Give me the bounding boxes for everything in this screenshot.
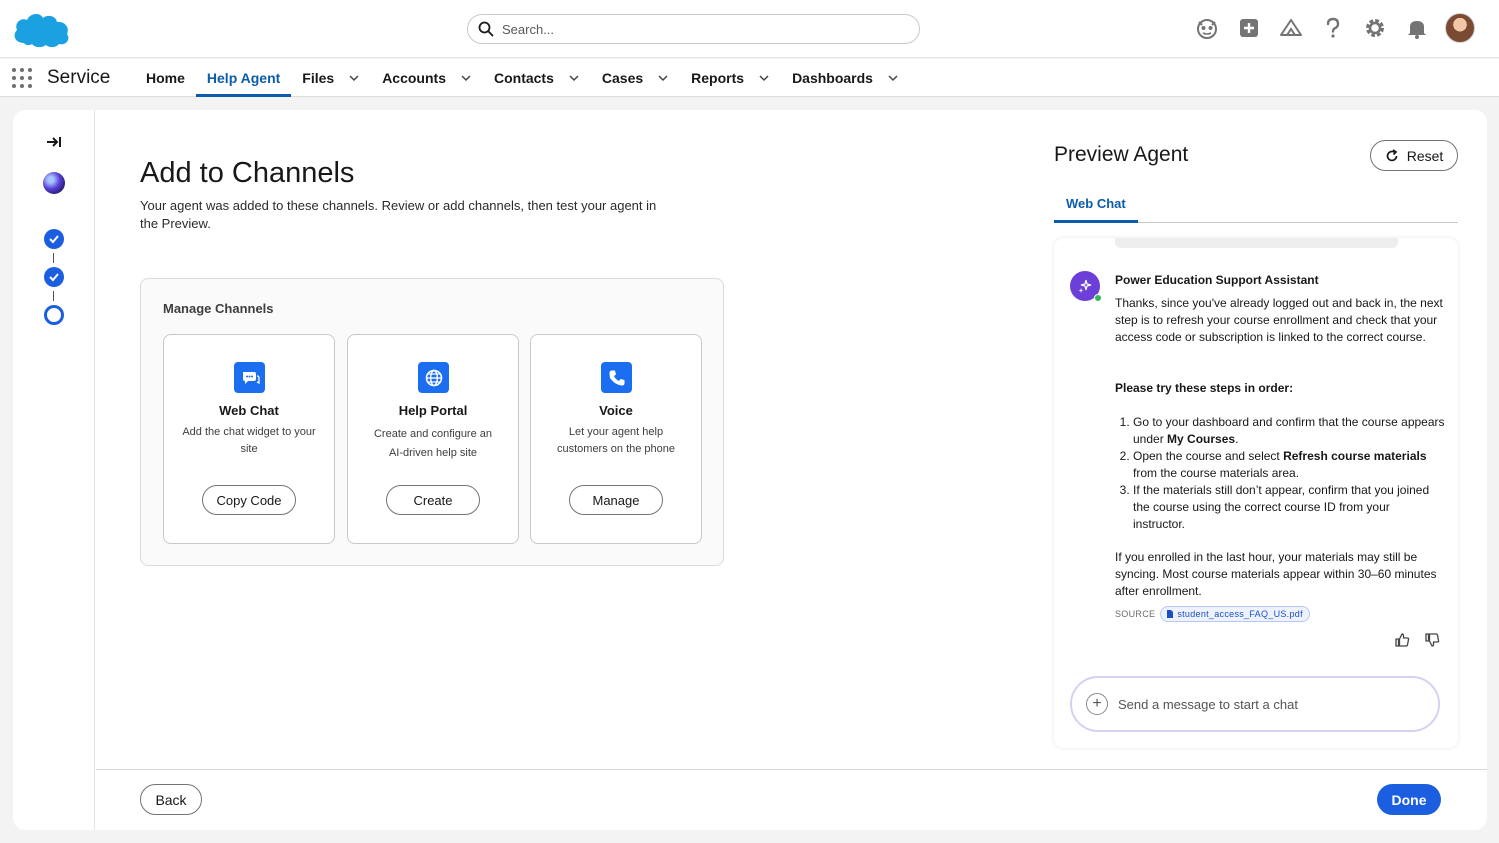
nav-item-label: Help Agent [206,70,281,86]
create-button[interactable]: Create [386,485,480,515]
channel-name: Web Chat [219,403,279,418]
reset-label: Reset [1406,147,1444,164]
list-item: Open the course and select Refresh cours… [1133,448,1445,482]
channel-card-voice: Voice Let your agent help customers on t… [530,334,702,544]
einstein-icon[interactable] [1193,12,1221,44]
user-avatar[interactable] [1445,13,1475,43]
bot-message-intro: Thanks, since you've already logged out … [1115,296,1443,344]
nav-item-reports[interactable]: Reports [680,59,781,97]
list-item: Go to your dashboard and confirm that th… [1133,414,1445,448]
nav-item-cases[interactable]: Cases [591,59,680,97]
nav-item-dashboards[interactable]: Dashboards [781,59,910,97]
channel-name: Voice [599,403,633,418]
expand-panel-icon[interactable] [44,132,64,152]
agent-orb-icon [43,172,65,194]
bot-message-closing: If you enrolled in the last hour, your m… [1115,550,1437,598]
preview-tabs: Web Chat [1054,188,1458,223]
notifications-bell-icon[interactable] [1403,12,1431,44]
nav-item-label: Dashboards [792,70,873,86]
refresh-icon [1386,148,1398,161]
nav-item-label: Files [302,70,335,86]
search-icon [478,21,494,37]
done-button[interactable]: Done [1377,784,1441,815]
thumbs-up-icon[interactable] [1394,632,1410,648]
nav-item-label: Reports [691,70,745,86]
app-name: Service [47,67,111,88]
step-3-current-icon[interactable] [44,305,64,325]
page-title: Add to Channels [140,157,355,189]
chat-icon [234,362,265,393]
nav-item-accounts[interactable]: Accounts [371,59,483,97]
chevron-down-icon[interactable] [657,72,669,84]
back-button[interactable]: Back [140,784,202,815]
channel-card-help-portal: Help Portal Create and configure an AI-d… [347,334,519,544]
nav-item-contacts[interactable]: Contacts [483,59,591,97]
channel-description: Create and configure an AI-driven help s… [373,428,493,459]
global-header [0,0,1499,58]
nav-item-label: Cases [601,70,644,86]
nav-item-files[interactable]: Files [291,59,371,97]
chat-message-composer: + [1070,676,1440,732]
nav-item-label: Contacts [493,70,554,86]
bot-name: Power Education Support Assistant [1115,273,1319,287]
source-file-name: student_access_FAQ_US.pdf [1177,609,1303,619]
channel-name: Help Portal [398,403,468,418]
scroll-indicator [1115,238,1398,248]
chat-message-input[interactable] [1118,696,1418,712]
step-connector [53,291,54,301]
chevron-down-icon[interactable] [758,72,770,84]
manage-channels-panel: Manage Channels Web Chat Add the chat wi… [140,278,724,566]
app-launcher-icon[interactable] [12,68,32,88]
bot-message-step-list: Go to your dashboard and confirm that th… [1115,414,1445,533]
help-icon[interactable] [1319,12,1347,44]
add-attachment-icon[interactable]: + [1086,693,1108,715]
nav-item-label: Accounts [382,70,446,86]
chevron-down-icon[interactable] [887,72,899,84]
nav-item-label: Home [146,70,185,86]
source-file-chip[interactable]: student_access_FAQ_US.pdf [1160,606,1310,622]
setup-gear-icon[interactable] [1361,12,1389,44]
chevron-down-icon[interactable] [568,72,580,84]
chat-preview-panel: Power Education Support Assistant Thanks… [1054,238,1458,748]
globe-icon [418,362,449,393]
manage-button[interactable]: Manage [569,485,663,515]
step-2-complete-icon[interactable] [44,267,64,287]
preview-agent-title: Preview Agent [1054,143,1189,166]
channel-description: Let your agent help customers on the pho… [556,426,676,455]
page-description: Your agent was added to these channels. … [140,198,657,231]
search-input[interactable] [502,21,882,37]
reset-button[interactable]: Reset [1370,140,1458,171]
step-connector [53,253,54,263]
chevron-down-icon[interactable] [348,72,360,84]
thumbs-down-icon[interactable] [1424,632,1440,648]
phone-icon [601,362,632,393]
document-icon [1167,610,1174,618]
bot-message-steps-heading: Please try these steps in order: [1115,381,1294,395]
step-1-complete-icon[interactable] [44,229,64,249]
setup-wizard-card: Add to Channels Your agent was added to … [13,110,1487,830]
online-status-indicator [1094,294,1102,302]
source-citation: SOURCE student_access_FAQ_US.pdf [1115,606,1310,622]
chevron-down-icon[interactable] [460,72,472,84]
nav-item-home[interactable]: Home [135,59,196,97]
progress-rail [13,110,95,830]
wizard-footer: Back Done [96,769,1487,830]
tab-web-chat[interactable]: Web Chat [1054,188,1138,223]
list-item: If the materials still don’t appear, con… [1133,482,1445,533]
copy-code-button[interactable]: Copy Code [202,485,296,515]
channel-description: Add the chat widget to your site [182,426,316,455]
channel-card-web-chat: Web Chat Add the chat widget to your sit… [163,334,335,544]
trailhead-icon[interactable] [1277,12,1305,44]
nav-item-help-agent[interactable]: Help Agent [195,59,292,97]
global-search[interactable] [467,14,920,44]
app-navigation-bar: Service Home Help Agent Files Accounts C… [0,59,1499,97]
manage-channels-title: Manage Channels [163,301,274,316]
source-label: SOURCE [1115,609,1156,619]
add-icon[interactable] [1235,12,1263,44]
salesforce-logo[interactable] [12,9,72,49]
